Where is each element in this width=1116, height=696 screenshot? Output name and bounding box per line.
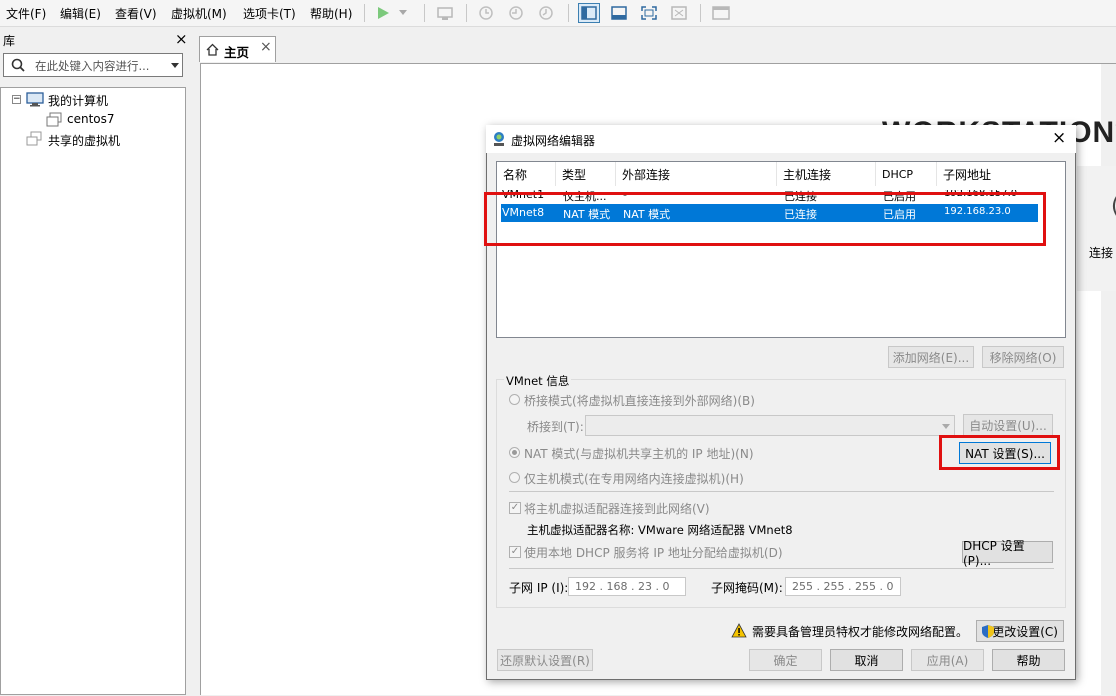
adapter-name-text: 主机虚拟适配器名称: VMware 网络适配器 VMnet8 — [527, 523, 793, 537]
menu-help[interactable]: 帮助(H) — [310, 5, 352, 22]
col-dhcp[interactable]: DHCP — [876, 162, 937, 186]
home-card: ( 连接 — [1077, 166, 1116, 291]
help-button[interactable]: 帮助 — [992, 649, 1065, 671]
tab-home[interactable]: 主页 × — [199, 36, 276, 62]
power-on-icon[interactable] — [372, 3, 394, 23]
close-library-icon[interactable]: × — [175, 30, 188, 48]
menu-file[interactable]: 文件(F) — [6, 5, 46, 22]
computer-icon — [26, 92, 44, 107]
col-subnet[interactable]: 子网地址 — [937, 162, 1065, 186]
nat-mode-radio[interactable] — [509, 447, 520, 458]
admin-warning-text: 需要具备管理员特权才能修改网络配置。 — [752, 625, 969, 639]
full-screen-icon[interactable] — [638, 3, 660, 23]
bridge-to-label: 桥接到(T): — [527, 420, 584, 434]
subnet-mask-field[interactable]: 255 . 255 . 255 . 0 — [785, 577, 901, 596]
tab-home-label: 主页 — [224, 45, 250, 60]
close-dialog-icon[interactable]: × — [1052, 128, 1066, 148]
dialog-titlebar: 虚拟网络编辑器 × — [486, 125, 1076, 153]
change-settings-button[interactable]: 更改设置(C) — [976, 620, 1064, 642]
warning-icon — [731, 623, 747, 638]
shared-vms-icon — [26, 131, 42, 146]
connect-adapter-label: 将主机虚拟适配器连接到此网络(V) — [524, 502, 710, 516]
scroll-edge — [1101, 64, 1116, 696]
col-external[interactable]: 外部连接 — [616, 162, 777, 186]
restore-defaults-button[interactable]: 还原默认设置(R) — [497, 649, 593, 671]
menu-tabs[interactable]: 选项卡(T) — [243, 5, 296, 22]
send-keys-icon[interactable] — [434, 3, 456, 23]
cancel-button[interactable]: 取消 — [830, 649, 903, 671]
host-only-label: 仅主机模式(在专用网络内连接虚拟机)(H) — [524, 472, 744, 486]
menu-vm[interactable]: 虚拟机(M) — [171, 5, 227, 22]
col-name[interactable]: 名称 — [497, 162, 556, 186]
divider — [509, 491, 1054, 492]
network-table — [496, 161, 1066, 338]
thumbnail-bar-icon[interactable] — [608, 3, 630, 23]
dialog-title: 虚拟网络编辑器 — [511, 134, 596, 148]
library-header: 库 × — [0, 30, 188, 50]
add-network-button[interactable]: 添加网络(E)... — [888, 346, 974, 368]
library-title: 库 — [3, 34, 16, 48]
tree-item-my-computer[interactable]: 我的计算机 — [48, 92, 108, 109]
connect-adapter-checkbox[interactable]: ✓ — [509, 502, 521, 514]
nat-mode-label: NAT 模式(与虚拟机共享主机的 IP 地址)(N) — [524, 447, 754, 461]
bridge-mode-radio[interactable] — [509, 394, 520, 405]
host-only-radio[interactable] — [509, 472, 520, 483]
chevron-down-icon — [942, 424, 950, 429]
console-view-icon[interactable] — [710, 3, 732, 23]
menu-view[interactable]: 查看(V) — [115, 5, 157, 22]
subnet-ip-label: 子网 IP (I): — [509, 581, 569, 595]
bridge-mode-label: 桥接模式(将虚拟机直接连接到外部网络)(B) — [524, 394, 755, 408]
collapse-toggle-icon[interactable]: − — [12, 95, 21, 104]
snapshot-manager-icon[interactable] — [535, 3, 557, 23]
search-icon — [11, 58, 25, 72]
search-placeholder: 在此处键入内容进行... — [35, 59, 150, 73]
highlight-box-row — [484, 192, 1046, 246]
subnet-mask-label: 子网掩码(M): — [711, 581, 783, 595]
connect-text: 连接 — [1089, 246, 1114, 260]
unity-icon[interactable] — [668, 3, 690, 23]
auto-settings-button[interactable]: 自动设置(U)... — [963, 414, 1053, 436]
menu-edit[interactable]: 编辑(E) — [60, 5, 101, 22]
menu-bar: 文件(F) 编辑(E) 查看(V) 虚拟机(M) 选项卡(T) 帮助(H) — [0, 0, 1116, 27]
network-icon — [494, 132, 504, 146]
apply-button[interactable]: 应用(A) — [911, 649, 984, 671]
ok-button[interactable]: 确定 — [749, 649, 822, 671]
library-tree: − 我的计算机 centos7 共享的虚拟机 — [0, 87, 186, 695]
group-title: VMnet 信息 — [504, 373, 572, 389]
highlight-box-nat — [939, 435, 1060, 470]
use-dhcp-label: 使用本地 DHCP 服务将 IP 地址分配给虚拟机(D) — [524, 546, 783, 560]
subnet-ip-field[interactable]: 192 . 168 . 23 . 0 — [568, 577, 686, 596]
home-icon — [206, 43, 219, 56]
close-tab-icon[interactable]: × — [260, 39, 272, 55]
use-dhcp-checkbox[interactable]: ✓ — [509, 546, 521, 558]
dhcp-settings-button[interactable]: DHCP 设置(P)... — [962, 539, 1053, 568]
chevron-down-icon[interactable] — [171, 63, 179, 68]
show-library-icon[interactable] — [578, 3, 600, 23]
shield-icon — [982, 625, 994, 638]
revert-snapshot-icon[interactable] — [505, 3, 527, 23]
tree-item-shared[interactable]: 共享的虚拟机 — [48, 132, 120, 149]
snapshot-icon[interactable] — [475, 3, 497, 23]
power-dropdown-icon[interactable] — [396, 3, 410, 23]
vm-icon — [46, 112, 62, 127]
tree-item-centos7[interactable]: centos7 — [67, 112, 115, 126]
divider — [509, 568, 1054, 569]
remove-network-button[interactable]: 移除网络(O) — [982, 346, 1064, 368]
library-search-input[interactable]: 在此处键入内容进行... — [3, 53, 183, 77]
col-type[interactable]: 类型 — [556, 162, 616, 186]
bridge-to-select[interactable] — [585, 415, 955, 436]
col-host[interactable]: 主机连接 — [777, 162, 876, 186]
